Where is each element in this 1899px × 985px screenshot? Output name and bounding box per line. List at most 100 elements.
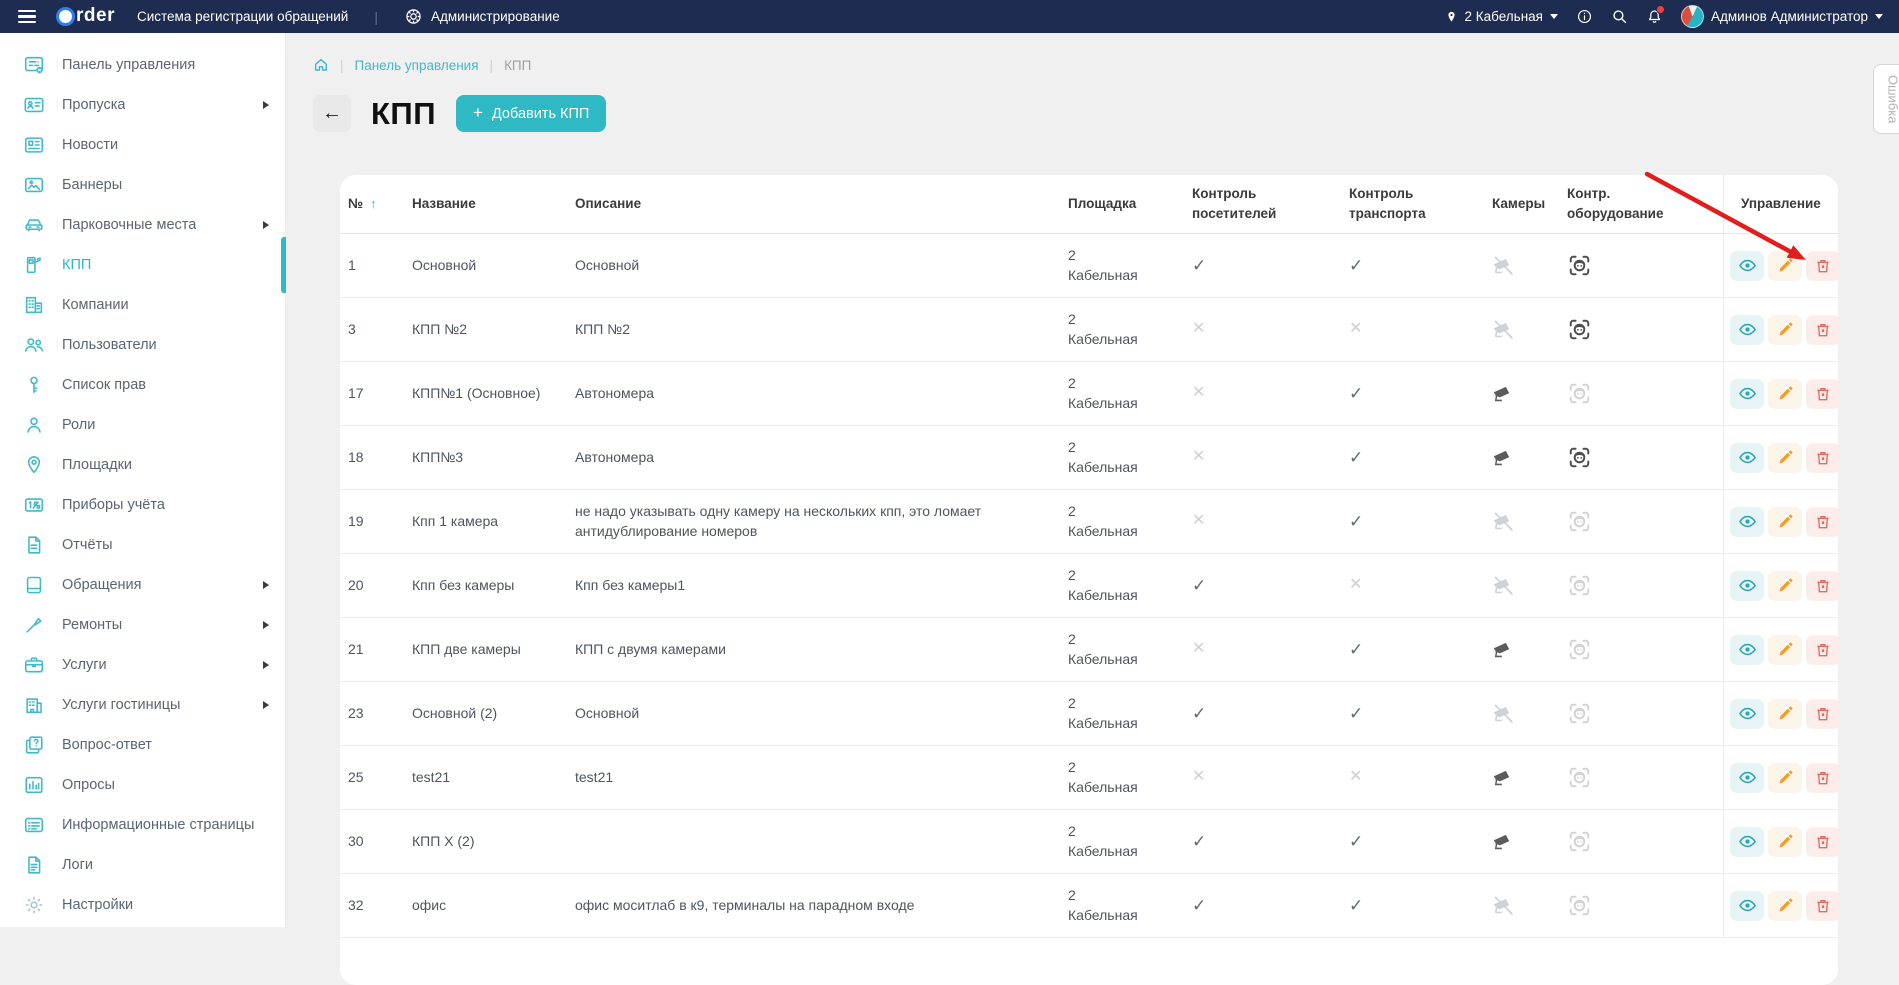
face-recognition-off-icon [1567,701,1592,726]
search-button[interactable] [1611,8,1628,25]
edit-button[interactable] [1768,251,1802,281]
view-button[interactable] [1730,891,1764,921]
breadcrumb-current: КПП [504,58,531,73]
sidebar-item-role[interactable]: Роли [0,405,285,445]
cell-name: Кпп без камеры [412,554,575,617]
cell-name: КПП№3 [412,426,575,489]
menu-icon[interactable] [16,6,38,28]
edit-button[interactable] [1768,699,1802,729]
infopage-icon [22,814,45,837]
edit-button[interactable] [1768,571,1802,601]
edit-button[interactable] [1768,315,1802,345]
appeal-icon [23,574,45,596]
view-button[interactable] [1730,635,1764,665]
edit-button[interactable] [1768,443,1802,473]
delete-button[interactable] [1806,507,1840,537]
sidebar-item-users[interactable]: Пользователи [0,325,285,365]
delete-button[interactable] [1806,891,1840,921]
kpp-table: №↑НазваниеОписаниеПлощадкаКонтроль посет… [340,175,1838,938]
sidebar-item-label: Парковочные места [62,217,196,233]
view-button[interactable] [1730,507,1764,537]
face-recognition-off-icon [1567,829,1592,854]
view-button[interactable] [1730,827,1764,857]
view-button[interactable] [1730,571,1764,601]
delete-button[interactable] [1806,251,1840,281]
sidebar-item-meter[interactable]: Приборы учёта [0,485,285,525]
kpp-icon [22,254,45,277]
sidebar-item-label: Логи [62,857,93,873]
sidebar-item-location[interactable]: Площадки [0,445,285,485]
delete-button[interactable] [1806,635,1840,665]
home-icon[interactable] [313,57,329,73]
cell-visitors: ✕ [1184,362,1341,425]
section-administration[interactable]: Администрирование [404,7,560,26]
main-content: | Панель управления | КПП ← КПП + Добави… [285,33,1899,927]
sidebar-item-report[interactable]: Отчёты [0,525,285,565]
view-button[interactable] [1730,763,1764,793]
banner-icon [23,174,45,196]
sidebar-item-service[interactable]: Услуги [0,645,285,685]
cell-equipment [1567,426,1723,489]
add-kpp-button[interactable]: + Добавить КПП [456,95,606,132]
sidebar-item-label: Компании [62,297,129,313]
column-header-num[interactable]: №↑ [340,175,412,233]
edit-button[interactable] [1768,763,1802,793]
view-button[interactable] [1730,379,1764,409]
sidebar-item-infopage[interactable]: Информационные страницы [0,805,285,845]
back-button[interactable]: ← [313,95,351,132]
view-button[interactable] [1730,251,1764,281]
view-button[interactable] [1730,315,1764,345]
user-menu[interactable]: Админов Администратор [1681,5,1883,28]
trash-icon [1815,257,1831,275]
sidebar-item-panel[interactable]: Панель управления [0,45,285,85]
view-button[interactable] [1730,699,1764,729]
camera-on-icon [1492,383,1515,404]
sidebar-item-appeal[interactable]: Обращения [0,565,285,605]
sidebar-item-hotel[interactable]: Услуги гостиницы [0,685,285,725]
log-icon [22,854,45,877]
delete-button[interactable] [1806,699,1840,729]
delete-button[interactable] [1806,379,1840,409]
sidebar-item-company[interactable]: Компании [0,285,285,325]
delete-button[interactable] [1806,443,1840,473]
edit-button[interactable] [1768,827,1802,857]
cell-desc: КПП с двумя камерами [575,618,1068,681]
breadcrumb-link-dashboard[interactable]: Панель управления [355,58,479,73]
sidebar-item-label: Настройки [62,897,133,913]
view-button[interactable] [1730,443,1764,473]
eye-icon [1738,896,1757,915]
edit-button[interactable] [1768,891,1802,921]
sidebar-item-pass[interactable]: Пропуска [0,85,285,125]
sidebar-item-key[interactable]: Список прав [0,365,285,405]
sidebar-item-parking[interactable]: Парковочные места [0,205,285,245]
sidebar-item-banner[interactable]: Баннеры [0,165,285,205]
edit-button[interactable] [1768,379,1802,409]
sidebar-item-label: Отчёты [62,537,113,553]
notifications-button[interactable] [1646,8,1663,26]
cell-desc: КПП №2 [575,298,1068,361]
sidebar-item-settings[interactable]: Настройки [0,885,285,925]
kpp-icon [23,254,45,276]
delete-button[interactable] [1806,827,1840,857]
sidebar-item-news[interactable]: Новости [0,125,285,165]
edit-button[interactable] [1768,635,1802,665]
sidebar-item-kpp[interactable]: КПП [0,245,285,285]
sort-asc-icon[interactable]: ↑ [370,195,377,214]
delete-button[interactable] [1806,571,1840,601]
pencil-icon [1777,769,1794,786]
delete-button[interactable] [1806,763,1840,793]
info-button[interactable] [1576,8,1593,25]
column-header-name: Название [412,175,575,233]
error-feedback-tab[interactable]: Ошибка [1873,64,1899,134]
site-selector[interactable]: 2 Кабельная [1445,9,1558,25]
cell-transport: ✓ [1341,362,1492,425]
column-header-label: Описание [575,194,641,214]
sidebar-item-repair[interactable]: Ремонты [0,605,285,645]
sidebar-item-qa[interactable]: Вопрос-ответ [0,725,285,765]
edit-button[interactable] [1768,507,1802,537]
delete-button[interactable] [1806,315,1840,345]
sidebar-item-log[interactable]: Логи [0,845,285,885]
table-row: 1ОсновнойОсновной2 Кабельная✓✓ [340,234,1838,298]
sidebar-item-poll[interactable]: Опросы [0,765,285,805]
sidebar-item-label: Услуги гостиницы [62,697,180,713]
